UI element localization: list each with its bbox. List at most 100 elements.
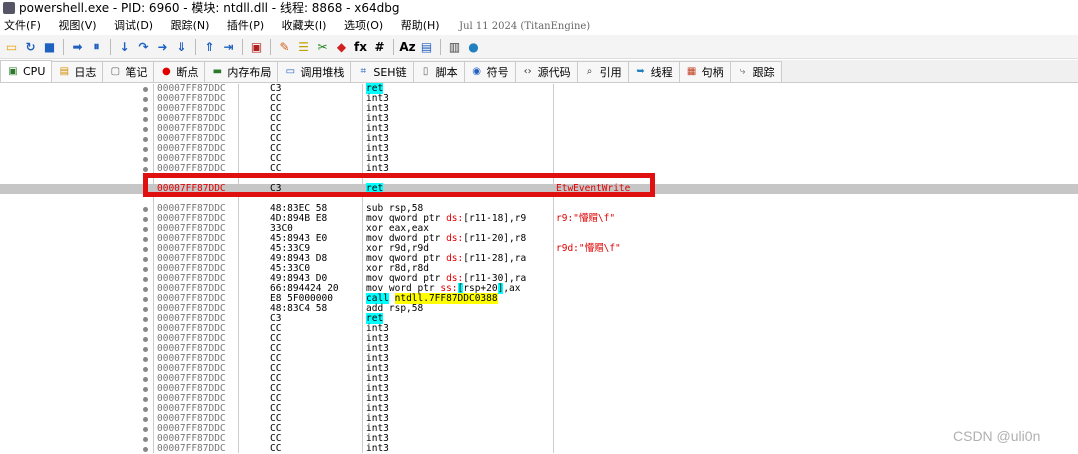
graph-icon[interactable]: ● xyxy=(465,38,482,55)
breakpoint-dot-icon[interactable] xyxy=(143,377,148,382)
strings-icon[interactable]: Az xyxy=(399,38,416,55)
tab-trace[interactable]: ⤷ 跟踪 xyxy=(729,61,782,82)
hash-icon[interactable]: # xyxy=(371,38,388,55)
label-icon[interactable]: ✂ xyxy=(314,38,331,55)
execute-till-return-icon[interactable]: ⇑ xyxy=(201,38,218,55)
breakpoint-dot-icon[interactable] xyxy=(143,247,148,252)
menu-trace[interactable]: 跟踪(N) xyxy=(171,19,210,32)
disassembly-view[interactable]: 00007FF87DDC C3 ret 00007FF87DDC CC int3 00007… xyxy=(0,83,1078,454)
bookmark-icon[interactable]: ◆ xyxy=(333,38,350,55)
menu-file[interactable]: 文件(F) xyxy=(4,19,41,32)
tab-label: 调用堆栈 xyxy=(300,65,345,79)
breakpoint-dot-icon[interactable] xyxy=(143,297,148,302)
breakpoint-dot-icon[interactable] xyxy=(143,107,148,112)
breakpoint-dot-icon[interactable] xyxy=(143,127,148,132)
step-over-icon[interactable]: ↷ xyxy=(135,38,152,55)
run-to-user-code-icon[interactable]: ⇥ xyxy=(220,38,237,55)
pause-icon[interactable]: ⏸ xyxy=(88,38,105,55)
tab-references[interactable]: ⌕ 引用 xyxy=(576,61,629,82)
toolbar-separator xyxy=(110,38,111,55)
menu-help[interactable]: 帮助(H) xyxy=(401,19,440,32)
scylla-icon[interactable]: ▣ xyxy=(248,38,265,55)
instruction-comment: r9:"懵赗\f" xyxy=(556,213,616,224)
breakpoint-dot-icon[interactable] xyxy=(143,447,148,452)
tab-label: 线程 xyxy=(650,65,673,79)
tab-breakpoint[interactable]: ● 断点 xyxy=(153,61,206,82)
breakpoint-dot-icon[interactable] xyxy=(143,257,148,262)
breakpoint-dot-icon[interactable] xyxy=(143,427,148,432)
tab-call-stack[interactable]: ▭ 调用堆栈 xyxy=(277,61,352,82)
breakpoint-dot-icon[interactable] xyxy=(143,87,148,92)
tab-label: 引用 xyxy=(599,65,622,79)
breakpoint-dot-icon[interactable] xyxy=(143,307,148,312)
breakpoint-dot-icon[interactable] xyxy=(143,357,148,362)
stop-icon[interactable]: ■ xyxy=(41,38,58,55)
tab-label: SEH链 xyxy=(373,65,407,79)
breakpoint-dot-icon[interactable] xyxy=(143,97,148,102)
breakpoint-dot-icon[interactable] xyxy=(143,267,148,272)
menu-view[interactable]: 视图(V) xyxy=(58,19,96,32)
menu-debug[interactable]: 调试(D) xyxy=(114,19,153,32)
tab-bar: ▣ CPU ▤ 日志 ▢ 笔记 ● 断点 ▬ 内存布局 ▭ 调用堆栈 ⌗ SEH链 ▯ 脚本 ◉ 符号 ‹› 源代码 ⌕… xyxy=(0,60,1078,83)
toolbar-separator xyxy=(440,38,441,55)
toolbar: ▭ ↻ ■ ➡ ⏸ ↓ ↷ ➜ ⇓ ⇑ ⇥ ▣ ✎ ☰ ✂ ◆ fx # Az ▤ ▥ ● xyxy=(0,35,1078,59)
tab-label: 符号 xyxy=(486,65,509,79)
step-into-icon[interactable]: ↓ xyxy=(116,38,133,55)
tab-memory-map[interactable]: ▬ 内存布局 xyxy=(204,61,279,82)
breakpoint-dot-icon[interactable] xyxy=(143,217,148,222)
tab-symbols[interactable]: ◉ 符号 xyxy=(463,61,516,82)
trace-over-icon[interactable]: ⇓ xyxy=(173,38,190,55)
breakpoint-dot-icon[interactable] xyxy=(143,407,148,412)
tab-notes[interactable]: ▢ 笔记 xyxy=(102,61,155,82)
tab-label: 日志 xyxy=(74,65,97,79)
menu-plugins[interactable]: 插件(P) xyxy=(227,19,264,32)
breakpoint-dot-icon[interactable] xyxy=(143,317,148,322)
toolbar-separator xyxy=(242,38,243,55)
breakpoint-dot-icon[interactable] xyxy=(143,347,148,352)
breakpoint-dot-icon[interactable] xyxy=(143,147,148,152)
tab-script[interactable]: ▯ 脚本 xyxy=(412,61,465,82)
restart-icon[interactable]: ↻ xyxy=(22,38,39,55)
patch-icon[interactable]: ✎ xyxy=(276,38,293,55)
breakpoint-dot-icon[interactable] xyxy=(143,367,148,372)
breakpoint-dot-icon[interactable] xyxy=(143,337,148,342)
toolbar-separator xyxy=(195,38,196,55)
breakpoint-dot-icon[interactable] xyxy=(143,227,148,232)
notes-icon: ▢ xyxy=(110,66,121,77)
breakpoint-dot-icon[interactable] xyxy=(143,437,148,442)
references-icon: ⌕ xyxy=(586,66,593,77)
tab-label: 脚本 xyxy=(435,65,458,79)
function-icon[interactable]: fx xyxy=(352,38,369,55)
menu-favourites[interactable]: 收藏夹(I) xyxy=(282,19,327,32)
breakpoint-dot-icon[interactable] xyxy=(143,327,148,332)
breakpoint-dot-icon[interactable] xyxy=(143,417,148,422)
memory-icon[interactable]: ▥ xyxy=(446,38,463,55)
call-stack-icon: ▭ xyxy=(285,66,296,77)
tab-threads[interactable]: ➥ 线程 xyxy=(627,61,680,82)
run-icon[interactable]: ➡ xyxy=(69,38,86,55)
tab-source[interactable]: ‹› 源代码 xyxy=(514,61,578,82)
comment-icon[interactable]: ☰ xyxy=(295,38,312,55)
menu-options[interactable]: 选项(O) xyxy=(344,19,383,32)
open-icon[interactable]: ▭ xyxy=(3,38,20,55)
breakpoint-dot-icon[interactable] xyxy=(143,137,148,142)
seh-icon: ⌗ xyxy=(360,66,367,77)
tab-label: CPU xyxy=(23,65,46,78)
trace-into-icon[interactable]: ➜ xyxy=(154,38,171,55)
breakpoint-dot-icon[interactable] xyxy=(143,117,148,122)
tab-log[interactable]: ▤ 日志 xyxy=(51,61,104,82)
breakpoint-dot-icon[interactable] xyxy=(143,397,148,402)
breakpoint-dot-icon[interactable] xyxy=(143,237,148,242)
modules-icon[interactable]: ▤ xyxy=(418,38,435,55)
breakpoint-icon: ● xyxy=(162,66,171,77)
breakpoint-dot-icon[interactable] xyxy=(143,167,148,172)
tab-cpu[interactable]: ▣ CPU xyxy=(0,60,53,82)
tab-seh[interactable]: ⌗ SEH链 xyxy=(350,61,414,82)
breakpoint-dot-icon[interactable] xyxy=(143,277,148,282)
toolbar-separator xyxy=(270,38,271,55)
breakpoint-dot-icon[interactable] xyxy=(143,387,148,392)
breakpoint-dot-icon[interactable] xyxy=(143,287,148,292)
tab-handles[interactable]: ▦ 句柄 xyxy=(678,61,731,82)
breakpoint-dot-icon[interactable] xyxy=(143,157,148,162)
breakpoint-dot-icon[interactable] xyxy=(143,207,148,212)
